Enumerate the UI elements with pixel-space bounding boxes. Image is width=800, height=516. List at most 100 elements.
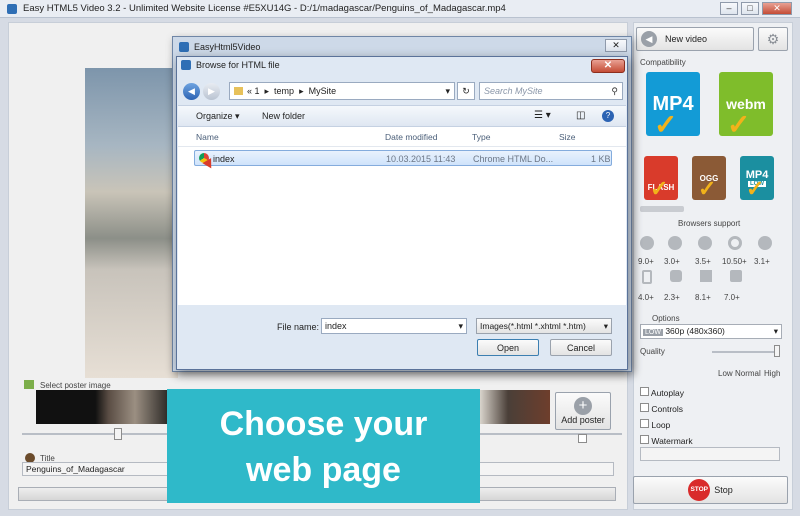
column-name[interactable]: Name xyxy=(196,132,219,142)
file-date: 10.03.2015 11:43 xyxy=(386,154,456,164)
new-video-button[interactable]: ◀ New video xyxy=(636,27,754,51)
stop-button[interactable]: STOP Stop xyxy=(633,476,788,504)
organize-button[interactable]: Organize ▾ xyxy=(196,111,240,122)
file-name-label: File name: xyxy=(277,322,320,332)
breadcrumb-mysite[interactable]: MySite xyxy=(309,86,337,96)
back-button[interactable]: ◀ xyxy=(183,83,200,100)
add-poster-button[interactable]: + Add poster xyxy=(555,392,611,430)
minimize-button[interactable]: – xyxy=(720,2,738,15)
loop-option[interactable]: Loop xyxy=(640,417,693,433)
new-folder-button[interactable]: New folder xyxy=(262,111,305,121)
image-icon xyxy=(24,380,34,389)
android-icon xyxy=(642,270,652,284)
quality-label: Quality xyxy=(640,347,665,356)
quality-select[interactable]: LOW 360p (480x360) ▾ xyxy=(640,324,782,339)
video-preview[interactable] xyxy=(85,68,178,378)
cancel-button[interactable]: Cancel xyxy=(550,339,612,356)
back-arrow-icon: ◀ xyxy=(641,31,657,47)
autoplay-option[interactable]: Autoplay xyxy=(640,385,693,401)
compat-label: Compatibility xyxy=(640,58,686,67)
file-row-index[interactable]: index 10.03.2015 11:43 Chrome HTML Do...… xyxy=(194,150,612,166)
search-placeholder: Search MySite xyxy=(484,86,543,96)
controls-option[interactable]: Controls xyxy=(640,401,693,417)
stop-icon: STOP xyxy=(688,479,711,501)
maximize-button[interactable]: □ xyxy=(741,2,759,15)
new-video-label: New video xyxy=(665,34,708,44)
refresh-button[interactable]: ↻ xyxy=(457,82,475,100)
chevron-down-icon: ▾ xyxy=(773,326,778,336)
poster-checkbox[interactable] xyxy=(578,434,587,443)
quality-badge: LOW xyxy=(643,329,663,336)
column-size[interactable]: Size xyxy=(559,132,576,142)
poster-slider-thumb[interactable] xyxy=(114,428,122,440)
breadcrumb-temp[interactable]: temp xyxy=(274,86,294,96)
file-type-filter[interactable]: Images(*.html *.xhtml *.htm) ▾ xyxy=(476,318,612,334)
watermark-input[interactable] xyxy=(640,447,780,461)
outer-dialog-title: EasyHtml5Video xyxy=(194,42,261,52)
chrome-icon xyxy=(668,236,682,250)
poster-label: Select poster image xyxy=(40,381,111,390)
flash-check-icon: ✓ xyxy=(650,176,669,201)
column-type[interactable]: Type xyxy=(472,132,490,142)
outer-dialog-close-button[interactable]: ✕ xyxy=(605,39,627,52)
webm-check-icon: ✓ xyxy=(727,109,751,140)
column-date[interactable]: Date modified xyxy=(385,132,437,142)
main-window-title: Easy HTML5 Video 3.2 - Unlimited Website… xyxy=(23,3,506,14)
help-icon[interactable]: ? xyxy=(602,110,614,122)
opera-icon xyxy=(728,236,742,250)
breadcrumb-1[interactable]: « 1 xyxy=(247,86,260,96)
browser-icons: 9.0+ 3.0+ 3.5+ 10.50+ 3.1+ 4.0+ 2.3+ 8.1… xyxy=(638,236,790,302)
add-poster-label: Add poster xyxy=(561,415,605,425)
search-input[interactable]: Search MySite ⚲ xyxy=(479,82,623,100)
wrench-icon: ⚙ xyxy=(766,30,780,47)
poster-filmstrip-end[interactable] xyxy=(480,390,550,424)
mp4-check-icon: ✓ xyxy=(654,109,678,140)
slider-high-label: High xyxy=(764,369,781,378)
file-list: Name Date modified Type Size index 10.03… xyxy=(178,127,626,305)
main-close-button[interactable]: ✕ xyxy=(762,2,792,15)
forward-button[interactable]: ▶ xyxy=(203,83,220,100)
banner-line-2: web page xyxy=(246,451,401,489)
plus-icon: + xyxy=(574,397,592,415)
blackberry-version: 7.0+ xyxy=(724,293,740,302)
file-name-dropdown-icon[interactable]: ▾ xyxy=(458,319,463,333)
controls-label: Controls xyxy=(651,404,684,414)
safari-version: 3.1+ xyxy=(754,257,770,266)
quality-slider-track[interactable] xyxy=(712,351,778,353)
poster-filmstrip[interactable] xyxy=(36,390,168,424)
firefox-icon xyxy=(698,236,712,250)
file-name-value: index xyxy=(325,321,347,331)
ios-version: 4.0+ xyxy=(638,293,654,302)
browse-close-button[interactable]: ✕ xyxy=(591,59,625,73)
open-label: Open xyxy=(496,342,520,353)
file-size: 1 KB xyxy=(591,154,611,164)
windows-icon xyxy=(700,270,712,282)
preview-pane-icon[interactable]: ◫ xyxy=(576,110,585,121)
browse-app-icon xyxy=(181,60,191,70)
slider-normal-label: Normal xyxy=(735,369,761,378)
compat-scrollbar[interactable] xyxy=(640,206,684,212)
main-title-bar: Easy HTML5 Video 3.2 - Unlimited Website… xyxy=(0,0,800,18)
address-dropdown-icon[interactable]: ▾ xyxy=(445,86,450,97)
banner-line-1: Choose your xyxy=(219,405,428,443)
loop-label: Loop xyxy=(651,420,671,430)
android-robot-icon xyxy=(670,270,682,282)
file-type: Chrome HTML Do... xyxy=(473,154,554,164)
safari-icon xyxy=(758,236,772,250)
quality-slider-thumb[interactable] xyxy=(774,345,780,357)
ie-icon xyxy=(640,236,654,250)
firefox-version: 3.5+ xyxy=(695,257,711,266)
view-icon[interactable]: ☰ ▾ xyxy=(534,110,551,121)
ie-version: 9.0+ xyxy=(638,257,654,266)
file-name: index xyxy=(213,154,235,164)
open-button[interactable]: Open xyxy=(477,339,539,356)
settings-button[interactable]: ⚙ xyxy=(758,27,788,51)
filter-value: Images(*.html *.xhtml *.htm) xyxy=(480,321,586,331)
address-bar[interactable]: « 1 ▸ temp ▸ MySite ▾ xyxy=(229,82,455,100)
file-name-input[interactable]: index ▾ xyxy=(321,318,467,334)
blackberry-icon xyxy=(730,270,742,282)
stop-label: Stop xyxy=(714,485,733,495)
opera-version: 10.50+ xyxy=(722,257,747,266)
watermark-label: Watermark xyxy=(651,436,693,446)
command-bar: Organize ▾ New folder ☰ ▾ ◫ ? xyxy=(178,105,626,127)
